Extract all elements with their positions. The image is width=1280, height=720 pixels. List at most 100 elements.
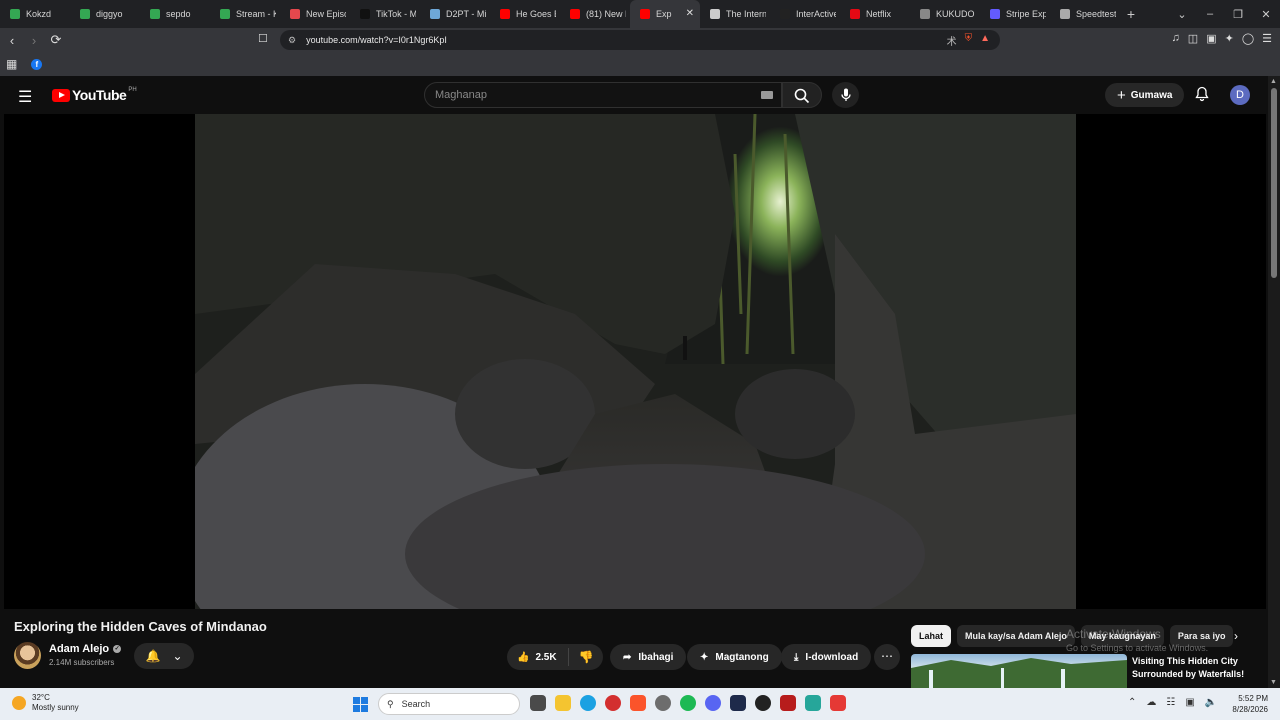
browser-tab[interactable]: Stripe Exp bbox=[980, 0, 1050, 28]
browser-tab[interactable]: The Intern bbox=[700, 0, 770, 28]
search-input[interactable]: Maghanap bbox=[424, 82, 782, 108]
volume-icon[interactable]: 🔈 bbox=[1205, 697, 1217, 708]
waterfall-thumbnail-image bbox=[911, 658, 1127, 688]
maximize-icon[interactable]: ❐ bbox=[1224, 8, 1252, 21]
new-tab-button[interactable]: + bbox=[1120, 6, 1142, 22]
steam-icon[interactable] bbox=[755, 695, 771, 711]
bookmark-icon[interactable]: ☐ bbox=[258, 32, 268, 45]
ask-button[interactable]: ✦ Magtanong bbox=[687, 644, 782, 670]
tab-title: Speedtest bbox=[1076, 9, 1116, 19]
tab-search-icon[interactable]: ⌄ bbox=[1168, 8, 1196, 21]
media-icon[interactable]: ♫ bbox=[1172, 32, 1180, 45]
channel-avatar[interactable] bbox=[14, 642, 41, 669]
create-button[interactable]: + Gumawa bbox=[1105, 83, 1185, 107]
activate-windows-hint: Go to Settings to activate Windows. bbox=[1066, 643, 1209, 653]
browser-tab[interactable]: Speedtest bbox=[1050, 0, 1120, 28]
task-view-icon[interactable] bbox=[530, 695, 546, 711]
back-icon[interactable]: ‹ bbox=[2, 33, 22, 48]
dislike-button[interactable]: 👎 bbox=[569, 650, 603, 664]
edge-icon[interactable] bbox=[580, 695, 596, 711]
page-scrollbar[interactable]: ▲ ▼ bbox=[1268, 76, 1280, 688]
settings-icon[interactable] bbox=[655, 695, 671, 711]
search-button[interactable] bbox=[782, 82, 822, 108]
like-button[interactable]: 👍 2.5K bbox=[507, 648, 569, 666]
reload-icon[interactable]: ⟳ bbox=[46, 32, 66, 48]
leo-icon[interactable]: ✦ bbox=[1225, 32, 1234, 45]
keyboard-icon[interactable] bbox=[761, 91, 773, 99]
menu-icon[interactable]: ☰ bbox=[1262, 32, 1272, 45]
close-window-icon[interactable]: ✕ bbox=[1252, 8, 1280, 21]
browser-tab[interactable]: KUKUDO bbox=[910, 0, 980, 28]
windows-start-icon[interactable] bbox=[353, 697, 368, 712]
chevron-up-icon[interactable]: ⌃ bbox=[1128, 697, 1136, 708]
browser-tab[interactable]: New Episo bbox=[280, 0, 350, 28]
vscode-icon[interactable] bbox=[730, 695, 746, 711]
display-icon[interactable]: ▣ bbox=[1185, 697, 1194, 708]
browser-tab[interactable]: Netflix bbox=[840, 0, 910, 28]
subscription-notifications-button[interactable]: 🔔 ⌄ bbox=[134, 643, 194, 669]
tab-favicon-icon bbox=[80, 9, 90, 19]
scrollbar-thumb[interactable] bbox=[1271, 88, 1277, 278]
recommended-video-thumbnail[interactable] bbox=[911, 654, 1127, 688]
browser-tab[interactable]: D2PT - Mi bbox=[420, 0, 490, 28]
facebook-icon[interactable]: f bbox=[31, 58, 43, 70]
browser-tab[interactable]: Exp ✕ bbox=[630, 0, 700, 28]
like-count: 2.5K bbox=[535, 651, 557, 663]
brave-rewards-icon[interactable]: ▲ bbox=[980, 33, 990, 48]
chevron-right-icon[interactable]: › bbox=[1234, 629, 1238, 643]
download-button[interactable]: ⤓ I-download bbox=[781, 644, 872, 670]
tab-title: D2PT - Mi bbox=[446, 9, 486, 19]
apps-grid-icon[interactable]: ▦ bbox=[6, 57, 17, 71]
cloud-icon[interactable]: ☁ bbox=[1146, 697, 1156, 708]
forward-icon[interactable]: › bbox=[24, 33, 44, 48]
chip-all[interactable]: Lahat bbox=[911, 625, 952, 647]
taskbar-search[interactable]: ⚲ Search bbox=[378, 693, 520, 715]
spotify-icon[interactable] bbox=[680, 695, 696, 711]
share-button[interactable]: ➦ Ibahagi bbox=[610, 644, 687, 670]
account-avatar[interactable]: D bbox=[1230, 85, 1250, 105]
chip-from-channel[interactable]: Mula kay/sa Adam Alejo bbox=[957, 625, 1075, 647]
channel-name-link[interactable]: Adam Alejo ✓ bbox=[49, 643, 122, 655]
youtube-play-icon bbox=[52, 88, 70, 102]
cave-scene-image bbox=[195, 114, 1076, 609]
brave-shields-icon[interactable]: ⛨ bbox=[965, 33, 973, 48]
translate-icon[interactable]: 术 bbox=[947, 33, 957, 48]
opera-icon[interactable] bbox=[605, 695, 621, 711]
bookmarks-bar: ▦ f bbox=[0, 52, 1280, 76]
browser-tab[interactable]: Kokzd bbox=[0, 0, 70, 28]
browser-tab[interactable]: Stream - K bbox=[210, 0, 280, 28]
dota-icon[interactable] bbox=[780, 695, 796, 711]
sidebar-icon[interactable]: ◫ bbox=[1188, 32, 1198, 45]
browser-tab[interactable]: TikTok - M bbox=[350, 0, 420, 28]
browser-tab[interactable]: diggyo bbox=[70, 0, 140, 28]
discord-icon[interactable] bbox=[705, 695, 721, 711]
recommended-video-title[interactable]: Visiting This Hidden City Surrounded by … bbox=[1132, 655, 1262, 681]
wallet-icon[interactable]: ▣ bbox=[1206, 32, 1216, 45]
browser-tab[interactable]: InterActive bbox=[770, 0, 840, 28]
hamburger-menu-icon[interactable]: ☰ bbox=[18, 87, 32, 107]
address-bar[interactable]: ⚙ youtube.com/watch?v=I0r1Ngr6KpI 术 ⛨ ▲ bbox=[280, 30, 1000, 50]
active-browser-icon[interactable] bbox=[830, 695, 846, 711]
youtube-logo[interactable]: YouTube PH bbox=[52, 87, 137, 103]
close-tab-icon[interactable]: ✕ bbox=[686, 8, 694, 19]
vpn-icon[interactable]: ◯ bbox=[1242, 32, 1254, 45]
scroll-down-icon[interactable]: ▼ bbox=[1270, 679, 1277, 686]
scroll-up-icon[interactable]: ▲ bbox=[1270, 78, 1277, 85]
browser-tab[interactable]: sepdo bbox=[140, 0, 210, 28]
voice-search-button[interactable] bbox=[832, 82, 859, 108]
notifications-bell-icon[interactable] bbox=[1194, 86, 1210, 105]
more-actions-button[interactable]: ⋯ bbox=[874, 644, 900, 670]
network-icon[interactable]: ☷ bbox=[1166, 697, 1175, 708]
minimize-icon[interactable]: – bbox=[1196, 8, 1224, 20]
tab-favicon-icon bbox=[290, 9, 300, 19]
browser-tab[interactable]: (81) New F bbox=[560, 0, 630, 28]
video-player[interactable] bbox=[4, 114, 1266, 609]
browser-tab[interactable]: He Goes B bbox=[490, 0, 560, 28]
weather-widget[interactable]: 32°C Mostly sunny bbox=[12, 693, 79, 713]
system-clock[interactable]: 5:52 PM 8/28/2026 bbox=[1224, 693, 1268, 715]
notepad-icon[interactable] bbox=[805, 695, 821, 711]
site-info-icon[interactable]: ⚙ bbox=[288, 35, 296, 46]
tab-favicon-icon bbox=[990, 9, 1000, 19]
brave-icon[interactable] bbox=[630, 695, 646, 711]
file-explorer-icon[interactable] bbox=[555, 695, 571, 711]
